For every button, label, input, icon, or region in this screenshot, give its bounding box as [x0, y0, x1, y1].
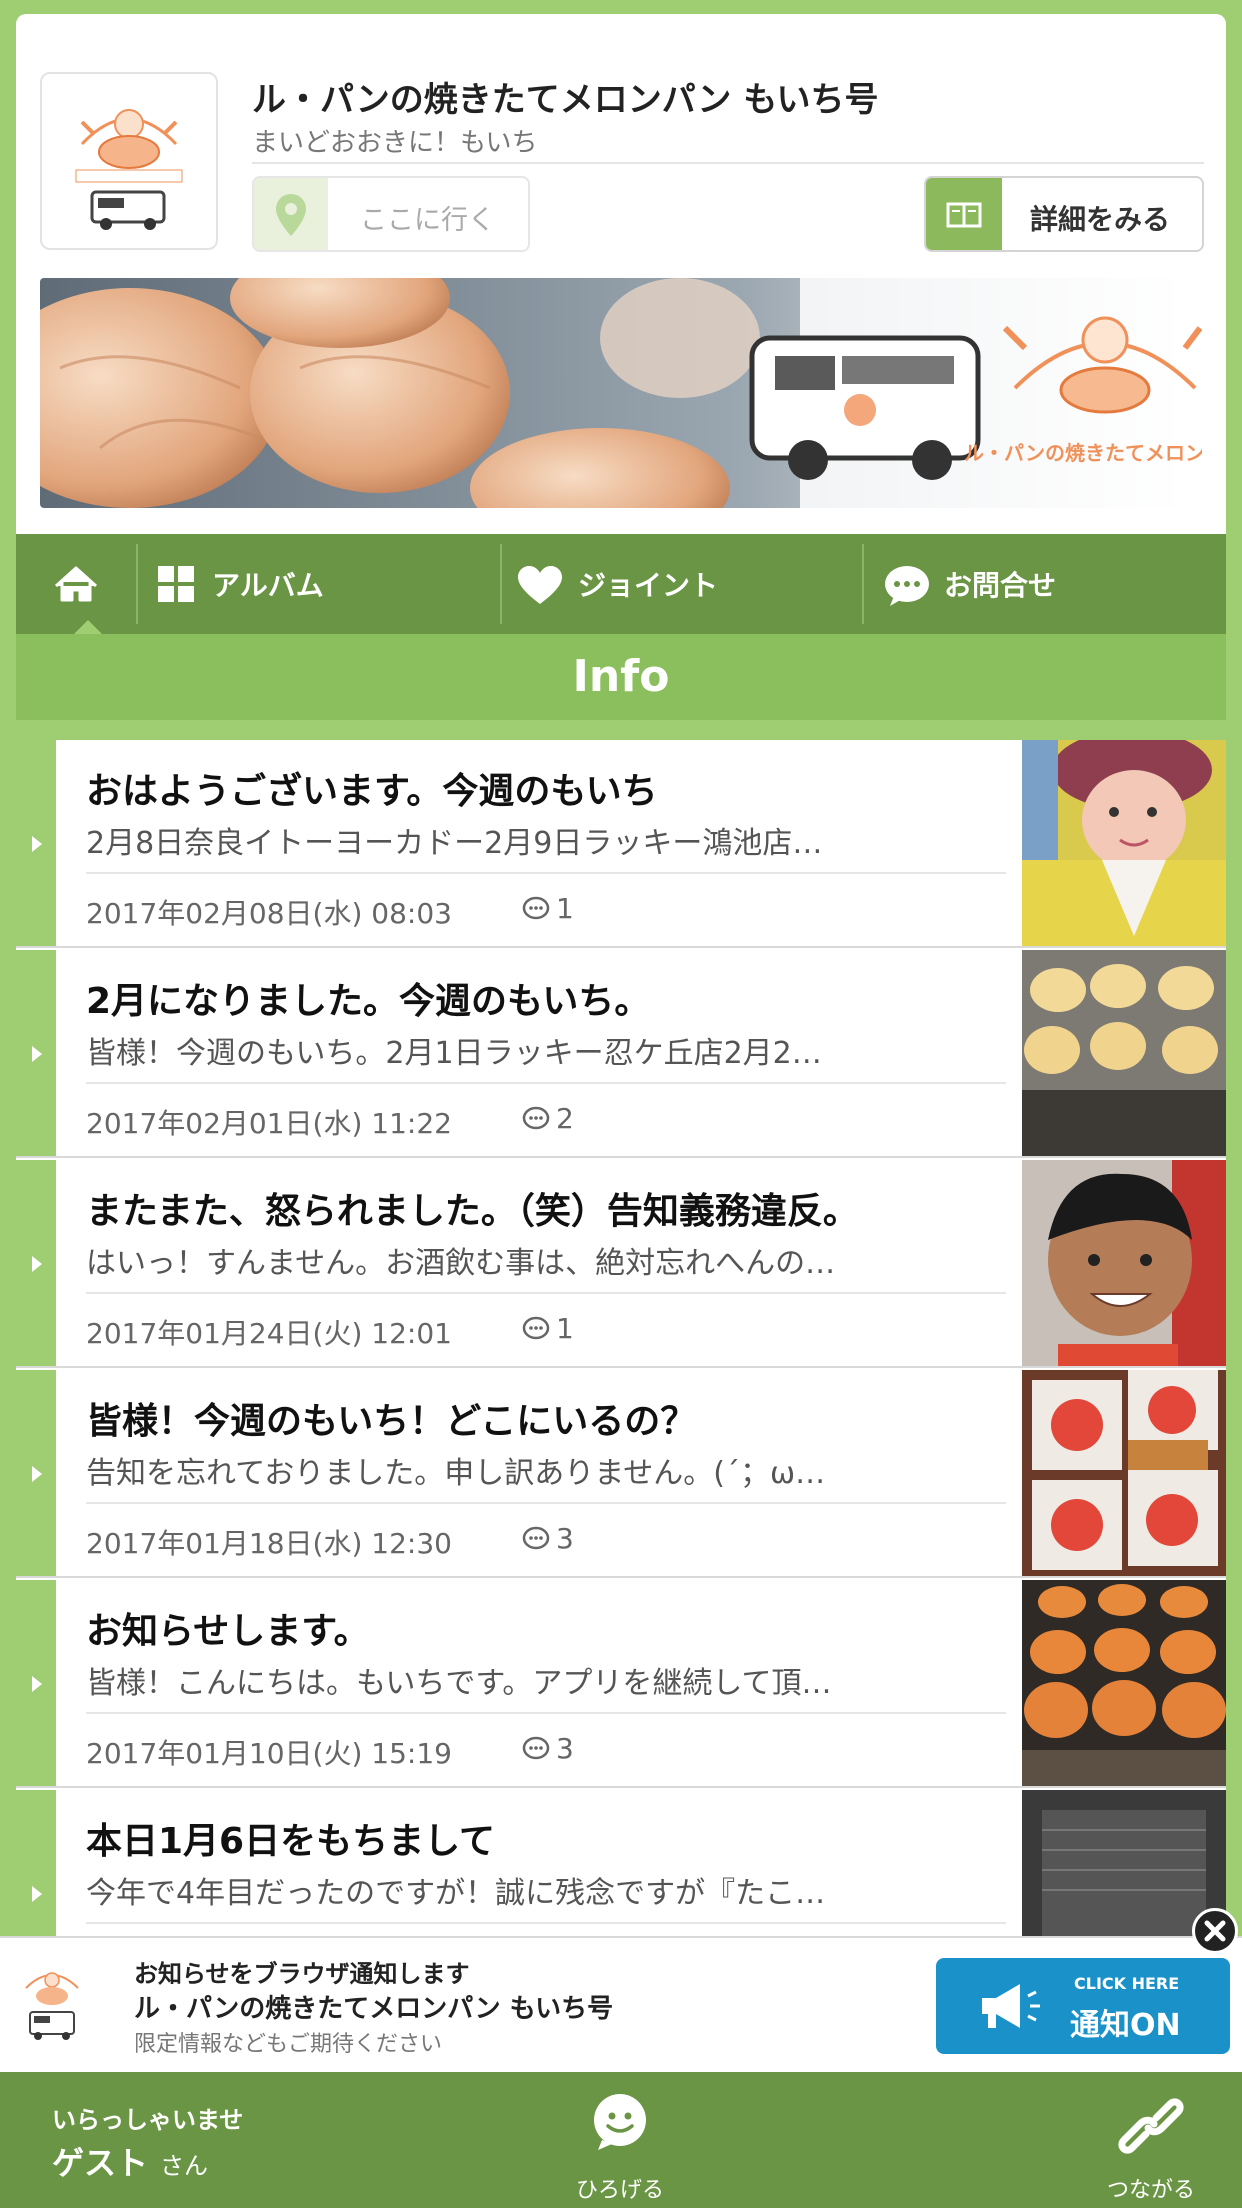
megaphone-icon — [982, 1984, 1040, 2028]
nav-home[interactable] — [16, 534, 136, 634]
nav-album-label: アルバム — [212, 569, 324, 602]
post-title: またまた、怒られました。（笑）告知義務違反。 — [86, 1191, 859, 1232]
close-icon[interactable] — [1192, 1908, 1238, 1954]
post-date: 2017年01月24日(火) 12:01 — [86, 1317, 452, 1350]
smile-chat-icon — [594, 2094, 646, 2150]
comment-icon — [522, 1316, 550, 1340]
nav-contact[interactable]: お問合せ — [884, 534, 1224, 634]
post-item[interactable]: またまた、怒られました。（笑）告知義務違反。 はいっ！すんません。お酒飲む事は、… — [16, 1160, 1226, 1368]
goto-button[interactable]: ここに行く — [252, 176, 530, 252]
post-tab — [16, 950, 56, 1156]
hirogeru-button[interactable]: ひろげる — [540, 2092, 700, 2203]
post-excerpt: はいっ！すんません。お酒飲む事は、絶対忘れへんの… — [86, 1246, 836, 1281]
banner-logo-text: ル・パンの焼きたてメロンパン — [964, 441, 1202, 465]
post-tab — [16, 1790, 56, 1940]
post-title: 皆様！今週のもいち！どこにいるの？ — [86, 1401, 697, 1442]
post-excerpt: 2月8日奈良イトーヨーカドー2月9日ラッキー鴻池店… — [86, 826, 823, 861]
section-title: Info — [16, 634, 1226, 720]
footer-guest-name: ゲスト — [52, 2144, 149, 2182]
notify-button-small: CLICK HERE — [1074, 1974, 1180, 1993]
post-comment-count: 3 — [522, 1522, 574, 1555]
notify-line3: 限定情報などもご期待ください — [134, 2032, 443, 2057]
active-caret — [74, 620, 102, 634]
nav-album[interactable]: アルバム — [156, 534, 496, 634]
footer-bar: いらっしゃいませ ゲスト さん ひろげる つながる — [0, 2072, 1242, 2208]
push-notification-banner: お知らせをブラウザ通知します ル・パンの焼きたてメロンパン もいち号 限定情報な… — [0, 1936, 1242, 2072]
post-thumbnail-buns — [1022, 950, 1226, 1156]
post-comment-count: 2 — [522, 1102, 574, 1135]
post-title: お知らせします。 — [86, 1611, 370, 1652]
post-list: おはようございます。今週のもいち 2月8日奈良イトーヨーカドー2月9日ラッキー鴻… — [16, 740, 1226, 1940]
post-date: 2017年02月08日(水) 08:03 — [86, 897, 452, 930]
shop-header-card: ル・パンの焼きたてメロンパン もいち号 まいどおおきに！もいち ここに行く 詳細… — [16, 14, 1226, 534]
post-comment-count: 3 — [522, 1732, 574, 1765]
detail-button[interactable]: 詳細をみる — [924, 176, 1204, 252]
post-tab — [16, 1160, 56, 1366]
post-item[interactable]: 皆様！今週のもいち！どこにいるの？ 告知を忘れておりました。申し訳ありません。(… — [16, 1370, 1226, 1578]
post-title: おはようございます。今週のもいち — [86, 771, 658, 812]
shop-name: ル・パンの焼きたてメロンパン もいち号 — [252, 80, 879, 120]
book-icon — [926, 178, 1002, 250]
heart-icon — [518, 566, 562, 604]
detail-label: 詳細をみる — [1030, 203, 1171, 236]
footer-san: さん — [160, 2152, 208, 2180]
post-title: 本日1月6日をもちまして — [86, 1821, 496, 1862]
notify-line2: ル・パンの焼きたてメロンパン もいち号 — [134, 1994, 614, 2024]
post-excerpt: 今年で4年目だったのですが！誠に残念ですが『たこ… — [86, 1876, 826, 1911]
nav-contact-label: お問合せ — [944, 569, 1057, 602]
comment-icon — [522, 1526, 550, 1550]
comment-icon — [522, 1736, 550, 1760]
post-date: 2017年02月01日(水) 11:22 — [86, 1107, 452, 1140]
main-nav: アルバム ジョイント お問合せ — [16, 534, 1226, 634]
post-thumbnail-boy — [1022, 1160, 1226, 1366]
post-thumbnail-baby — [1022, 740, 1226, 946]
notify-button-main: 通知ON — [1070, 2008, 1181, 2043]
post-excerpt: 告知を忘れておりました。申し訳ありません。(´；ω… — [86, 1456, 826, 1491]
post-tab — [16, 1370, 56, 1576]
comment-icon — [522, 896, 550, 920]
post-excerpt: 皆様！今週のもいち。2月1日ラッキー忍ケ丘店2月2… — [86, 1036, 822, 1071]
tsunagaru-button[interactable]: つながる — [1076, 2092, 1226, 2203]
hirogeru-label: ひろげる — [575, 2178, 664, 2203]
goto-label: ここに行く — [360, 205, 495, 236]
post-date: 2017年01月10日(火) 15:19 — [86, 1737, 452, 1770]
post-item[interactable]: 2月になりました。今週のもいち。 皆様！今週のもいち。2月1日ラッキー忍ケ丘店2… — [16, 950, 1226, 1158]
grid-icon — [158, 566, 194, 602]
post-item[interactable]: おはようございます。今週のもいち 2月8日奈良イトーヨーカドー2月9日ラッキー鴻… — [16, 740, 1226, 948]
post-excerpt: 皆様！こんにちは。もいちです。アプリを継続して頂… — [86, 1666, 832, 1701]
post-title: 2月になりました。今週のもいち。 — [86, 981, 651, 1022]
notify-line1: お知らせをブラウザ通知します — [134, 1960, 470, 1988]
shop-logo[interactable] — [40, 72, 218, 250]
comment-icon — [522, 1106, 550, 1130]
post-comment-count: 1 — [522, 1312, 574, 1345]
shop-logo-small — [20, 1958, 84, 2048]
home-icon — [54, 566, 98, 602]
post-thumbnail-tray — [1022, 1580, 1226, 1786]
header-divider — [252, 162, 1204, 164]
notify-on-button[interactable]: CLICK HERE 通知ON — [936, 1958, 1230, 2054]
chat-icon — [885, 566, 929, 606]
post-tab — [16, 1580, 56, 1786]
shop-banner-image: ル・パンの焼きたてメロンパン — [40, 278, 1202, 508]
post-item[interactable]: 本日1月6日をもちまして 今年で4年目だったのですが！誠に残念ですが『たこ… — [16, 1790, 1226, 1940]
post-item[interactable]: お知らせします。 皆様！こんにちは。もいちです。アプリを継続して頂… 2017年… — [16, 1580, 1226, 1788]
nav-joint[interactable]: ジョイント — [518, 534, 868, 634]
post-tab — [16, 740, 56, 946]
post-date: 2017年01月18日(水) 12:30 — [86, 1527, 452, 1560]
footer-greeting: いらっしゃいませ — [52, 2106, 244, 2134]
tsunagaru-label: つながる — [1106, 2178, 1195, 2203]
shop-subtitle: まいどおおきに！もいち — [252, 128, 538, 158]
post-thumbnail-packages — [1022, 1370, 1226, 1576]
link-icon — [1118, 2098, 1184, 2154]
post-comment-count: 1 — [522, 892, 574, 925]
nav-joint-label: ジョイント — [578, 569, 719, 602]
map-pin-icon — [254, 178, 328, 250]
